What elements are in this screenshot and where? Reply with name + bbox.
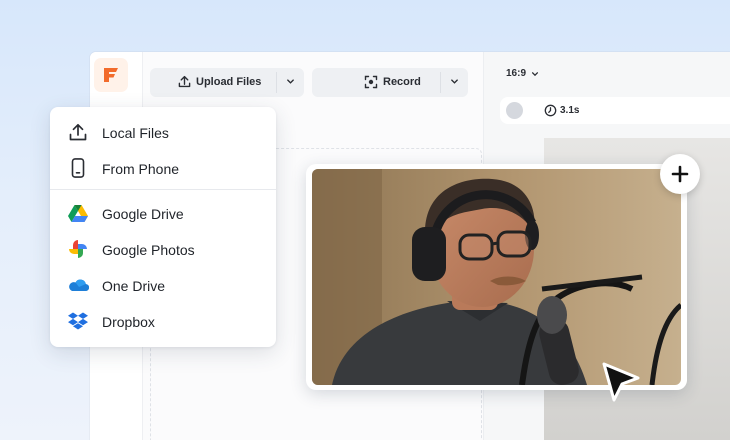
aspect-ratio-dropdown[interactable]: 16:9: [506, 68, 539, 79]
upload-icon: [178, 75, 191, 88]
menu-item-google-drive[interactable]: Google Drive: [50, 199, 276, 227]
add-media-button[interactable]: [660, 154, 700, 194]
menu-item-one-drive[interactable]: One Drive: [50, 271, 276, 299]
chevron-down-icon[interactable]: [450, 77, 459, 86]
clock-icon: [544, 104, 557, 117]
app-logo[interactable]: [94, 58, 128, 92]
chevron-down-icon[interactable]: [286, 77, 295, 86]
menu-item-dropbox[interactable]: Dropbox: [50, 307, 276, 335]
record-icon: [364, 75, 378, 89]
upload-icon: [69, 123, 87, 141]
menu-item-label: Local Files: [102, 125, 169, 141]
onedrive-icon: [69, 279, 89, 292]
dragged-media-card[interactable]: [306, 164, 687, 390]
podcaster-photo: [312, 169, 681, 385]
menu-item-label: One Drive: [102, 278, 166, 294]
menu-item-local-files[interactable]: Local Files: [50, 118, 276, 146]
menu-item-label: Dropbox: [102, 314, 155, 330]
menu-item-label: Google Photos: [102, 242, 195, 258]
aspect-ratio-value: 16:9: [506, 68, 527, 79]
google-photos-icon: [69, 240, 87, 258]
clip-duration: 3.1s: [544, 104, 579, 117]
dropbox-icon: [68, 312, 88, 330]
record-label: Record: [383, 76, 421, 88]
upload-files-button[interactable]: Upload Files: [150, 68, 304, 97]
upload-source-menu: Local Files From Phone Google Drive Goog…: [50, 107, 276, 347]
menu-item-label: From Phone: [102, 161, 180, 177]
plus-icon: [671, 165, 689, 183]
chevron-down-icon: [531, 71, 539, 76]
menu-item-from-phone[interactable]: From Phone: [50, 154, 276, 182]
upload-files-label: Upload Files: [196, 75, 262, 88]
button-divider: [440, 72, 441, 93]
menu-divider: [50, 189, 276, 190]
menu-item-google-photos[interactable]: Google Photos: [50, 235, 276, 263]
track-avatar: [506, 102, 523, 119]
logo-f-icon: [104, 68, 118, 82]
timeline-track[interactable]: 3.1s: [500, 97, 730, 124]
google-drive-icon: [68, 205, 88, 222]
podcaster-image: [312, 169, 681, 385]
phone-icon: [71, 158, 85, 178]
clip-duration-value: 3.1s: [560, 105, 580, 116]
record-button[interactable]: Record: [312, 68, 468, 97]
button-divider: [276, 72, 277, 93]
menu-item-label: Google Drive: [102, 206, 184, 222]
mouse-cursor-icon: [602, 362, 640, 402]
